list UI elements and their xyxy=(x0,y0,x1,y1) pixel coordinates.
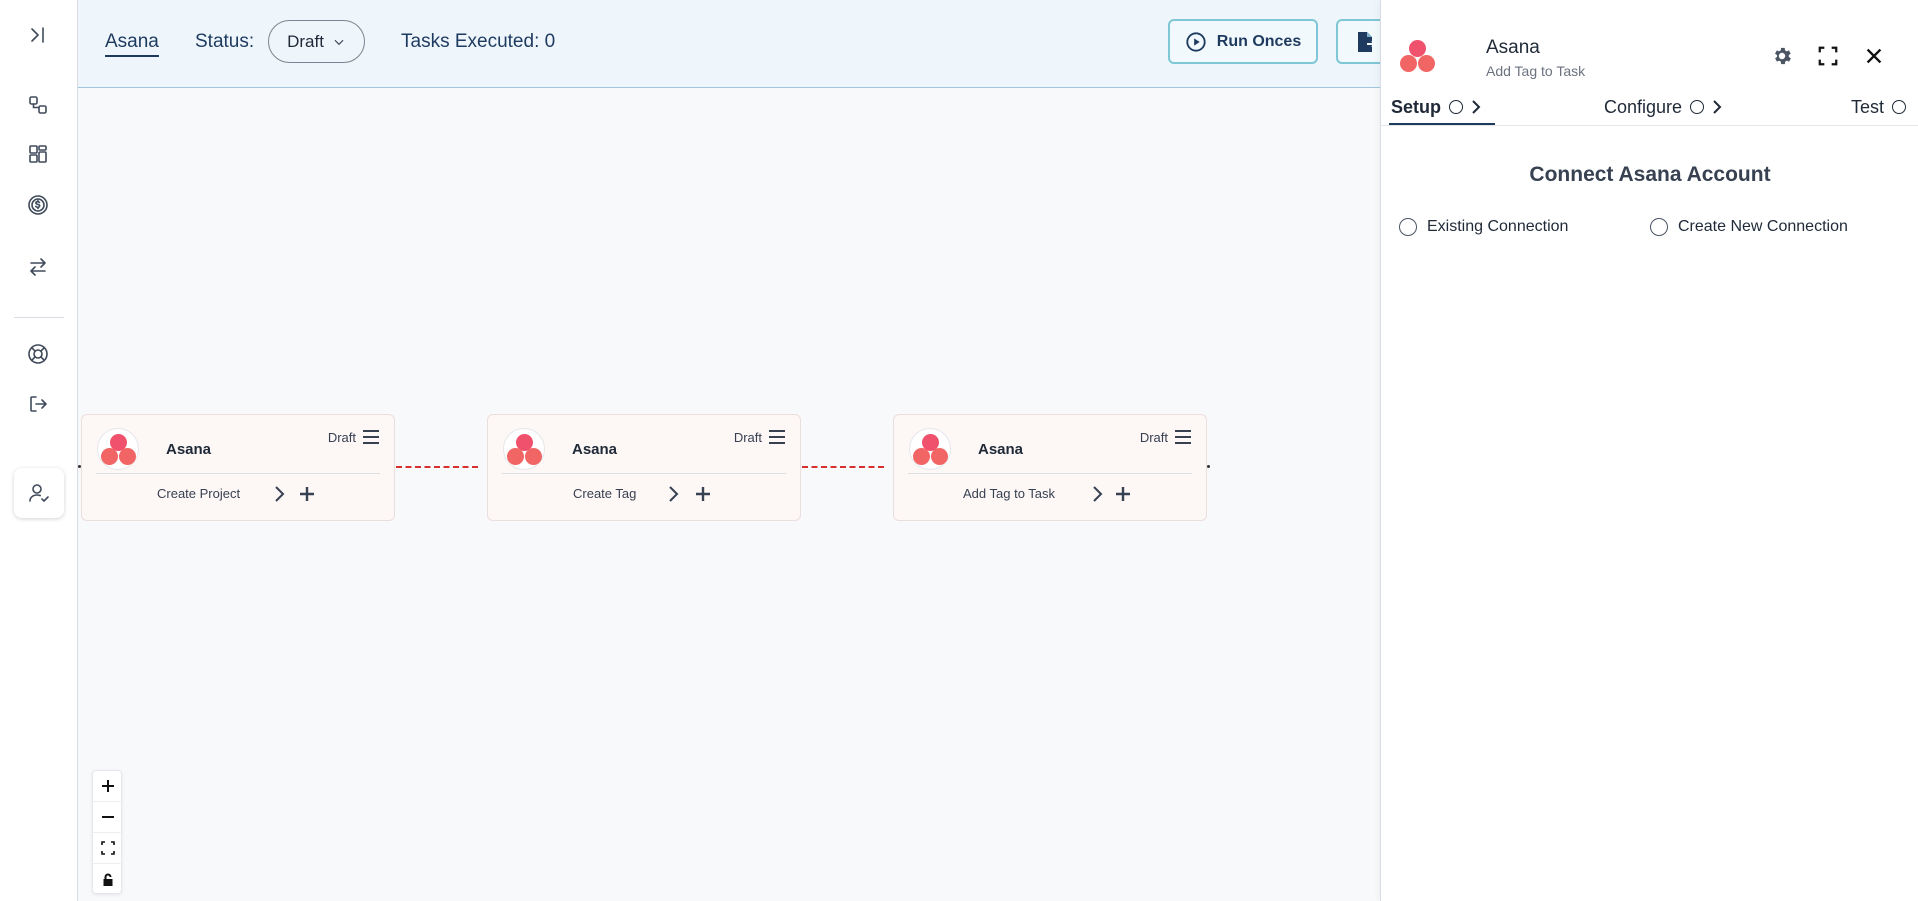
dashboard-icon xyxy=(29,145,47,163)
collapse-sidebar-button[interactable] xyxy=(19,16,57,54)
node-action: Add Tag to Task xyxy=(963,486,1056,501)
asana-logo-icon xyxy=(503,428,545,470)
existing-connection-label: Existing Connection xyxy=(1427,218,1569,235)
run-once-button[interactable]: Run Onces xyxy=(1168,19,1318,64)
add-step-icon[interactable] xyxy=(297,484,317,504)
status-dropdown[interactable]: Draft xyxy=(268,20,365,63)
zoom-out-icon xyxy=(102,816,114,818)
asana-logo-icon xyxy=(1399,38,1437,76)
fit-view-button[interactable] xyxy=(93,833,123,864)
billing-icon xyxy=(28,195,48,215)
chevron-right-icon xyxy=(1713,100,1722,114)
workflow-canvas[interactable]: Asana Draft Create Project Asana Draft C… xyxy=(78,88,1380,901)
connect-account-heading: Connect Asana Account xyxy=(1529,163,1771,186)
node-status: Draft xyxy=(1139,430,1168,445)
node-status: Draft xyxy=(733,430,762,445)
zoom-controls xyxy=(92,770,123,895)
zoom-in-icon xyxy=(102,780,114,792)
status-label: Status: xyxy=(195,31,255,52)
fullscreen-button[interactable] xyxy=(1817,45,1839,67)
collapse-sidebar-icon xyxy=(31,27,44,43)
settings-icon xyxy=(1775,47,1791,65)
left-rail xyxy=(0,0,78,901)
user-profile-button[interactable] xyxy=(14,468,64,518)
status-ring-icon xyxy=(1690,100,1705,114)
close-panel-button[interactable] xyxy=(1863,45,1885,67)
status-ring-icon xyxy=(1449,100,1464,114)
asana-logo-icon xyxy=(909,428,951,470)
status-ring-icon xyxy=(1892,100,1907,114)
chevron-right-icon xyxy=(1472,100,1481,114)
support-icon xyxy=(28,344,48,364)
nav-logout[interactable] xyxy=(19,385,57,423)
workflow-node-create-tag[interactable]: Asana Draft Create Tag xyxy=(487,414,801,521)
chevron-right-icon[interactable] xyxy=(1090,484,1104,504)
node-status: Draft xyxy=(327,430,356,445)
step-tabs: Setup Configure Test xyxy=(1381,90,1918,126)
tasks-executed: Tasks Executed: 0 xyxy=(401,31,556,52)
connector-line xyxy=(802,466,884,468)
panel-subtitle: Add Tag to Task xyxy=(1486,63,1586,79)
user-check-icon xyxy=(29,484,49,502)
workflow-node-create-project[interactable]: Asana Draft Create Project xyxy=(81,414,395,521)
lock-icon xyxy=(103,873,113,886)
nav-support[interactable] xyxy=(19,335,57,373)
asana-logo-icon xyxy=(97,428,139,470)
close-icon xyxy=(1866,48,1882,64)
lock-button[interactable] xyxy=(93,864,123,895)
nav-billing[interactable] xyxy=(19,186,57,224)
tab-test[interactable]: Test xyxy=(1851,94,1907,120)
edge-handle xyxy=(1207,465,1210,468)
panel-title: Asana xyxy=(1486,37,1540,58)
transfer-icon xyxy=(30,258,46,276)
add-step-icon[interactable] xyxy=(693,484,713,504)
workflow-icon xyxy=(29,96,47,114)
menu-icon[interactable] xyxy=(1174,429,1192,445)
chevron-down-icon xyxy=(334,39,344,45)
workflow-title-link[interactable]: Asana xyxy=(105,31,159,57)
nav-transfers[interactable] xyxy=(19,248,57,286)
add-step-icon[interactable] xyxy=(1113,484,1133,504)
rail-divider xyxy=(14,317,64,318)
create-new-connection-radio[interactable]: Create New Connection xyxy=(1650,218,1848,236)
node-title: Asana xyxy=(572,441,618,458)
chevron-right-icon[interactable] xyxy=(666,484,680,504)
logout-icon xyxy=(30,396,47,412)
chevron-right-icon[interactable] xyxy=(272,484,286,504)
menu-icon[interactable] xyxy=(768,429,786,445)
radio-circle[interactable] xyxy=(1650,218,1668,236)
file-export-icon xyxy=(1358,31,1376,52)
step-config-panel: Asana Add Tag to Task Setup Configure Te… xyxy=(1380,0,1918,901)
fit-view-icon xyxy=(101,841,115,855)
settings-button[interactable] xyxy=(1771,45,1793,67)
node-action: Create Project xyxy=(157,486,241,501)
node-divider xyxy=(96,473,380,474)
node-title: Asana xyxy=(978,441,1024,458)
nav-workflows[interactable] xyxy=(19,86,57,124)
create-new-connection-label: Create New Connection xyxy=(1678,218,1848,235)
node-action: Create Tag xyxy=(573,486,637,501)
menu-icon[interactable] xyxy=(362,429,380,445)
tab-test-label: Test xyxy=(1851,96,1885,117)
active-tab-indicator xyxy=(1389,123,1495,125)
tab-setup-label: Setup xyxy=(1391,96,1442,117)
node-title: Asana xyxy=(166,441,212,458)
tab-setup[interactable]: Setup xyxy=(1391,94,1481,120)
connector-line xyxy=(396,466,478,468)
workflow-node-add-tag-to-task[interactable]: Asana Draft Add Tag to Task xyxy=(893,414,1207,521)
zoom-in-button[interactable] xyxy=(93,771,123,802)
top-header: Asana Status: Draft Tasks Executed: 0 Ru… xyxy=(78,0,1396,88)
run-once-label: Run Onces xyxy=(1216,32,1302,50)
status-value: Draft xyxy=(287,31,324,51)
nav-dashboard[interactable] xyxy=(19,135,57,173)
node-divider xyxy=(908,473,1192,474)
tab-configure[interactable]: Configure xyxy=(1604,94,1722,120)
node-divider xyxy=(502,473,786,474)
play-circle-icon xyxy=(1186,31,1206,52)
zoom-out-button[interactable] xyxy=(93,802,123,833)
fullscreen-icon xyxy=(1818,46,1838,66)
radio-circle[interactable] xyxy=(1399,218,1417,236)
tab-configure-label: Configure xyxy=(1604,96,1683,117)
existing-connection-radio[interactable]: Existing Connection xyxy=(1399,218,1568,236)
